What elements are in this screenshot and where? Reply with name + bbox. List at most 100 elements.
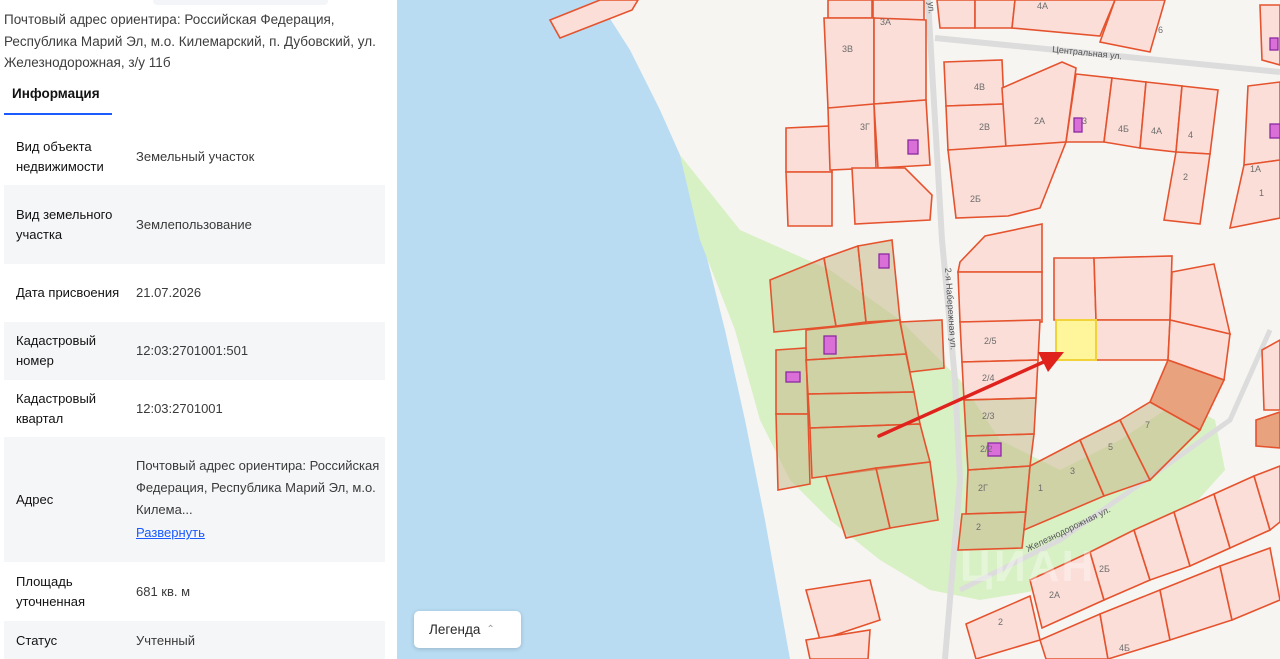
svg-text:4Б: 4Б	[1118, 124, 1129, 134]
land-plot	[775, 413, 811, 491]
building	[1073, 117, 1083, 133]
svg-text:4В: 4В	[974, 82, 985, 92]
land-plot	[805, 353, 915, 395]
land-plot	[957, 271, 1043, 323]
info-value: 12:03:2701001	[136, 400, 223, 416]
address-heading: Почтовый адрес ориентира: Российская Фед…	[4, 12, 376, 70]
address-value-text: Почтовый адрес ориентира: Российская Фед…	[136, 458, 380, 517]
info-label: Вид объекта недвижимости	[16, 138, 104, 174]
land-plot	[1159, 564, 1233, 642]
land-plot	[959, 319, 1041, 363]
building	[785, 371, 801, 383]
svg-text:3: 3	[1070, 466, 1075, 476]
info-row-land-type: Вид земельного участка Землепользование	[4, 185, 385, 264]
svg-text:3В: 3В	[842, 44, 853, 54]
expand-address-link[interactable]: Развернуть	[136, 522, 385, 544]
building	[823, 335, 837, 355]
svg-text:7: 7	[1145, 420, 1150, 430]
tab-information-label: Информация	[12, 86, 100, 101]
svg-text:2/2: 2/2	[980, 444, 993, 454]
land-plot	[785, 171, 833, 227]
land-plot	[1255, 411, 1280, 449]
street-label: ул.	[926, 1, 937, 14]
land-plot	[827, 103, 877, 171]
land-plot	[1175, 85, 1219, 155]
building	[878, 253, 890, 269]
chevron-up-icon: ⌃	[486, 624, 495, 635]
svg-text:2Б: 2Б	[1099, 564, 1110, 574]
tab-information[interactable]: Информация	[4, 82, 112, 115]
info-value: 681 кв. м	[136, 583, 191, 599]
svg-text:3: 3	[1082, 116, 1087, 126]
svg-text:4А: 4А	[1151, 126, 1162, 136]
land-plot	[1093, 255, 1173, 321]
svg-text:1А: 1А	[1250, 164, 1261, 174]
land-plot	[873, 17, 927, 105]
land-plot	[851, 167, 933, 225]
land-plot	[1011, 0, 1116, 37]
info-row-status: Статус Учтенный	[4, 621, 385, 659]
land-plot	[974, 0, 1016, 29]
legend-button-label: Легенда	[429, 622, 481, 637]
land-plot	[965, 594, 1041, 659]
info-row-address: Адрес Почтовый адрес ориентира: Российск…	[4, 437, 385, 562]
cadastral-map[interactable]: 4А 6 3А 3В 4В 2В 2А 3Г 3 4Б 4А 4 2 1А 1 …	[397, 0, 1280, 659]
land-plot	[947, 141, 1068, 219]
river-water	[397, 0, 790, 659]
legend-button[interactable]: Легенда ⌃	[414, 611, 521, 648]
map-canvas[interactable]: 4А 6 3А 3В 4В 2В 2А 3Г 3 4Б 4А 4 2 1А 1 …	[397, 0, 1280, 659]
land-plot	[936, 0, 976, 29]
land-plot	[1139, 81, 1183, 153]
land-plot	[823, 17, 875, 109]
land-plot	[805, 629, 871, 659]
land-plot	[1001, 61, 1077, 149]
svg-text:2/4: 2/4	[982, 373, 995, 383]
land-plot	[1219, 546, 1280, 622]
info-label: Кадастровый квартал	[16, 390, 97, 426]
svg-text:1: 1	[1259, 188, 1264, 198]
land-plot	[1259, 4, 1280, 66]
svg-text:2Б: 2Б	[970, 194, 981, 204]
building	[1269, 123, 1280, 139]
info-label: Статус	[16, 633, 58, 648]
svg-text:2/5: 2/5	[984, 336, 997, 346]
info-value: 21.07.2026	[136, 285, 202, 300]
building	[1269, 37, 1279, 51]
land-plot	[957, 223, 1043, 273]
info-value: Земельный участок	[136, 148, 255, 164]
svg-text:3А: 3А	[880, 17, 891, 27]
svg-text:4Б: 4Б	[1119, 643, 1130, 653]
info-value: Почтовый адрес ориентира: Российская Фед…	[124, 455, 385, 544]
street-label: 2-я Набережная ул.	[943, 267, 959, 350]
land-plot	[807, 391, 921, 429]
land-plot	[945, 103, 1007, 151]
svg-text:2/3: 2/3	[982, 411, 995, 421]
info-label: Кадастровый номер	[16, 333, 97, 368]
svg-text:2: 2	[1183, 172, 1188, 182]
info-value: Учтенный	[136, 633, 196, 648]
svg-text:2В: 2В	[979, 122, 990, 132]
land-plot	[1163, 151, 1211, 225]
svg-text:4: 4	[1188, 130, 1193, 140]
info-label: Вид земельного участка	[16, 206, 113, 242]
info-label: Дата присвоения	[16, 285, 120, 300]
land-plot	[965, 465, 1031, 515]
land-plot	[1095, 319, 1171, 361]
building	[907, 139, 919, 155]
land-plot	[1103, 77, 1147, 149]
land-plot	[963, 397, 1037, 437]
land-plot	[785, 125, 833, 173]
street-label: Центральная ул.	[1052, 44, 1123, 61]
land-plot	[857, 239, 901, 323]
info-panel: Почтовый адрес ориентира: Российская Фед…	[0, 0, 397, 659]
svg-text:1: 1	[1038, 483, 1043, 493]
land-plot	[1053, 257, 1097, 321]
svg-text:2А: 2А	[1034, 116, 1045, 126]
info-row-object-type: Вид объекта недвижимости Земельный участ…	[4, 128, 385, 185]
svg-text:6: 6	[1158, 25, 1163, 35]
svg-text:5: 5	[1108, 442, 1113, 452]
info-row-area: Площадь уточненная 681 кв. м	[4, 562, 385, 621]
land-plot	[827, 0, 873, 19]
svg-text:2А: 2А	[1049, 590, 1060, 600]
land-plot	[873, 99, 931, 169]
